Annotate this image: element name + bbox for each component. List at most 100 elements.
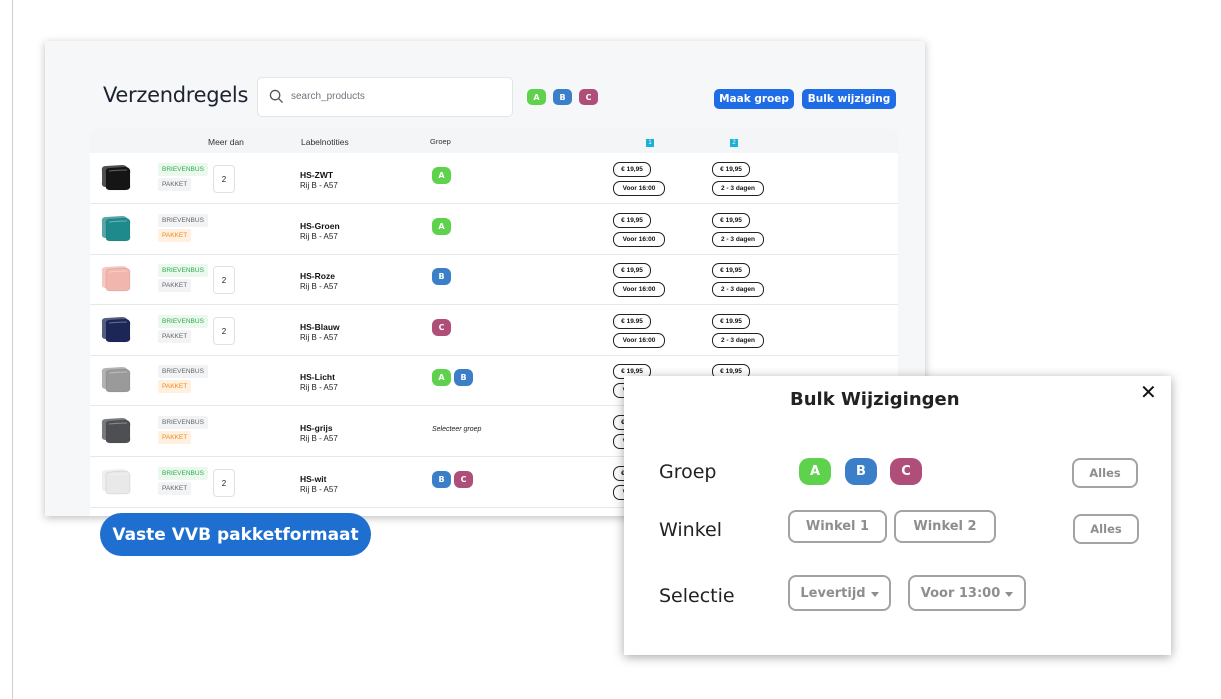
col-groep: Groep bbox=[430, 137, 451, 146]
tag-brievenbus[interactable]: BRIEVENBUS bbox=[158, 416, 208, 429]
price-shop-1[interactable]: € 19,95 bbox=[613, 213, 651, 228]
bulk-wijziging-button[interactable]: Bulk wijziging bbox=[802, 89, 896, 109]
price-shop-1[interactable]: € 19.95 bbox=[613, 314, 651, 329]
search-icon bbox=[269, 89, 284, 104]
tag-pakket[interactable]: PAKKET bbox=[158, 330, 192, 343]
modal-group-b[interactable]: B bbox=[845, 458, 877, 485]
groep-alles-button[interactable]: Alles bbox=[1072, 458, 1138, 488]
tag-pakket[interactable]: PAKKET bbox=[158, 178, 192, 191]
tag-pakket[interactable]: PAKKET bbox=[158, 431, 192, 444]
time-shop-2[interactable]: 2 - 3 dagen bbox=[712, 232, 764, 247]
page-divider bbox=[12, 0, 13, 699]
tag-brievenbus[interactable]: BRIEVENBUS bbox=[158, 365, 208, 378]
tijd-label: Voor 13:00 bbox=[920, 585, 1001, 601]
modal-title: Bulk Wijzigingen bbox=[790, 389, 960, 410]
group-chip-c[interactable]: C bbox=[454, 471, 473, 488]
winkel-1-button[interactable]: Winkel 1 bbox=[788, 510, 887, 543]
product-name: HS-wit bbox=[300, 474, 327, 484]
price-shop-2[interactable]: € 19,95 bbox=[712, 213, 750, 228]
product-thumbnail bbox=[101, 216, 131, 242]
winkel-label: Winkel bbox=[659, 519, 722, 541]
select-group-dropdown[interactable]: Selecteer groep bbox=[432, 426, 481, 433]
product-name: HS-Licht bbox=[300, 372, 335, 382]
table-header: Meer dan Labelnotities Groep 1 2 bbox=[90, 129, 898, 153]
chevron-down-icon bbox=[1005, 591, 1014, 597]
time-shop-1[interactable]: Voor 16:00 bbox=[613, 232, 665, 247]
search-placeholder: search_products bbox=[291, 91, 365, 102]
modal-group-a[interactable]: A bbox=[799, 458, 831, 485]
product-location: Rij B - A57 bbox=[300, 333, 338, 342]
product-location: Rij B - A57 bbox=[300, 434, 338, 443]
meer-dan-input[interactable]: 2 bbox=[213, 165, 235, 193]
table-row[interactable]: BRIEVENBUS PAKKET 2 HS-ZWT Rij B - A57 A € 19,… bbox=[90, 153, 898, 204]
bulk-wijzigingen-modal: Bulk Wijzigingen ✕ Groep A B C Alles Win… bbox=[624, 376, 1171, 655]
winkel-2-button[interactable]: Winkel 2 bbox=[894, 510, 996, 543]
price-shop-2[interactable]: € 19,95 bbox=[712, 162, 750, 177]
group-chip-a[interactable]: A bbox=[432, 369, 451, 386]
tag-brievenbus[interactable]: BRIEVENBUS bbox=[158, 467, 208, 480]
maak-groep-button[interactable]: Maak groep bbox=[714, 89, 794, 109]
tag-brievenbus[interactable]: BRIEVENBUS bbox=[158, 264, 208, 277]
filter-group-a[interactable]: A bbox=[527, 89, 546, 105]
modal-group-c[interactable]: C bbox=[890, 458, 922, 485]
levertijd-dropdown[interactable]: Levertijd bbox=[788, 575, 891, 611]
group-chip-a[interactable]: A bbox=[432, 167, 451, 184]
product-thumbnail bbox=[101, 317, 131, 343]
search-input[interactable]: search_products bbox=[257, 77, 513, 117]
chevron-down-icon bbox=[870, 591, 879, 597]
table-row[interactable]: BRIEVENBUS PAKKET 2 HS-Roze Rij B - A57 B € 19… bbox=[90, 254, 898, 305]
product-thumbnail bbox=[101, 418, 131, 444]
winkel-alles-button[interactable]: Alles bbox=[1073, 514, 1139, 544]
product-location: Rij B - A57 bbox=[300, 232, 338, 241]
product-location: Rij B - A57 bbox=[300, 383, 338, 392]
meer-dan-input[interactable]: 2 bbox=[213, 469, 235, 497]
filter-group-c[interactable]: C bbox=[579, 89, 598, 105]
price-shop-2[interactable]: € 19.95 bbox=[712, 314, 750, 329]
product-location: Rij B - A57 bbox=[300, 485, 338, 494]
tag-pakket[interactable]: PAKKET bbox=[158, 380, 192, 393]
product-name: HS-Groen bbox=[300, 221, 340, 231]
time-shop-2[interactable]: 2 - 3 dagen bbox=[712, 282, 764, 297]
price-shop-2[interactable]: € 19,95 bbox=[712, 263, 750, 278]
time-shop-1[interactable]: Voor 16:00 bbox=[613, 282, 665, 297]
tag-brievenbus[interactable]: BRIEVENBUS bbox=[158, 214, 208, 227]
product-thumbnail bbox=[101, 469, 131, 495]
col-labelnotities: Labelnotities bbox=[301, 137, 349, 147]
tag-brievenbus[interactable]: BRIEVENBUS bbox=[158, 163, 208, 176]
product-name: HS-Roze bbox=[300, 271, 335, 281]
product-thumbnail bbox=[101, 165, 131, 191]
group-chip-c[interactable]: C bbox=[432, 319, 451, 336]
tijd-dropdown[interactable]: Voor 13:00 bbox=[908, 575, 1026, 611]
page-title: Verzendregels bbox=[103, 83, 249, 107]
selectie-label: Selectie bbox=[659, 585, 735, 607]
table-row[interactable]: BRIEVENBUS PAKKET HS-Groen Rij B - A57 A € 19… bbox=[90, 204, 898, 255]
product-name: HS-ZWT bbox=[300, 170, 334, 180]
time-shop-2[interactable]: 2 - 3 dagen bbox=[712, 333, 764, 348]
group-chip-a[interactable]: A bbox=[432, 218, 451, 235]
tag-brievenbus[interactable]: BRIEVENBUS bbox=[158, 315, 208, 328]
meer-dan-input[interactable]: 2 bbox=[213, 266, 235, 294]
group-chip-b[interactable]: B bbox=[432, 268, 451, 285]
tag-pakket[interactable]: PAKKET bbox=[158, 229, 192, 242]
price-shop-1[interactable]: € 19,95 bbox=[613, 263, 651, 278]
time-shop-1[interactable]: Voor 16:00 bbox=[613, 333, 665, 348]
time-shop-1[interactable]: Voor 16:00 bbox=[613, 181, 665, 196]
price-shop-1[interactable]: € 19,95 bbox=[613, 162, 651, 177]
filter-group-b[interactable]: B bbox=[553, 89, 572, 105]
product-name: HS-grijs bbox=[300, 423, 333, 433]
product-name: HS-Blauw bbox=[300, 322, 340, 332]
vaste-vvb-pakketformaat-button[interactable]: Vaste VVB pakketformaat bbox=[100, 513, 371, 556]
groep-label: Groep bbox=[659, 461, 717, 483]
product-thumbnail bbox=[101, 266, 131, 292]
table-row[interactable]: BRIEVENBUS PAKKET 2 HS-Blauw Rij B - A57 C € 1… bbox=[90, 305, 898, 356]
group-chip-b[interactable]: B bbox=[454, 369, 473, 386]
levertijd-label: Levertijd bbox=[800, 585, 866, 601]
time-shop-2[interactable]: 2 - 3 dagen bbox=[712, 181, 764, 196]
close-icon[interactable]: ✕ bbox=[1140, 380, 1157, 404]
meer-dan-input[interactable]: 2 bbox=[213, 317, 235, 345]
tag-pakket[interactable]: PAKKET bbox=[158, 482, 192, 495]
group-chip-b[interactable]: B bbox=[432, 471, 451, 488]
tag-pakket[interactable]: PAKKET bbox=[158, 279, 192, 292]
product-location: Rij B - A57 bbox=[300, 181, 338, 190]
product-location: Rij B - A57 bbox=[300, 282, 338, 291]
